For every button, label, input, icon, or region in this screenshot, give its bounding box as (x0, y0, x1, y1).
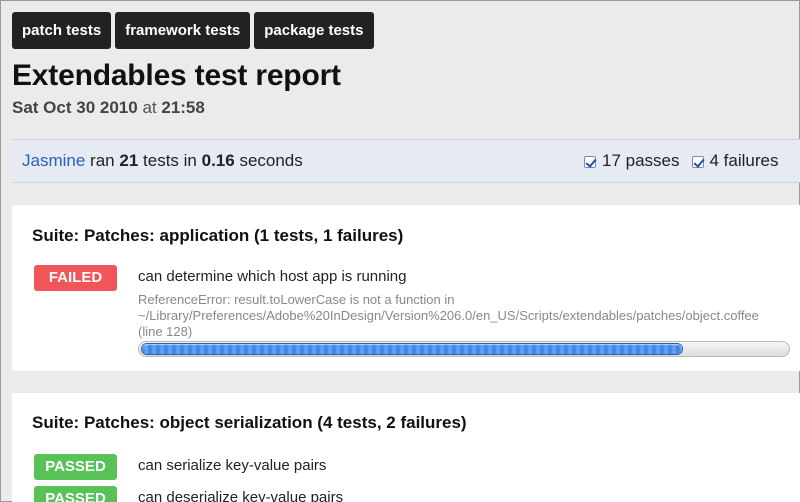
summary-tests-in: tests in (143, 151, 197, 170)
jasmine-link[interactable]: Jasmine (22, 151, 85, 170)
suite-card: Suite: Patches: application (1 tests, 1 … (12, 205, 800, 371)
status-badge-passed: PASSED (34, 454, 117, 480)
failures-checkbox[interactable] (691, 156, 704, 168)
scrollbar-thumb[interactable] (142, 344, 682, 354)
report-nav: patch tests framework tests package test… (12, 12, 374, 49)
status-badge-passed: PASSED (34, 486, 117, 502)
tab-package-tests[interactable]: package tests (254, 12, 374, 49)
tab-patch-tests[interactable]: patch tests (12, 12, 112, 49)
passes-label: 17 passes (602, 151, 680, 170)
report-timestamp: Sat Oct 30 2010 at 21:58 (12, 98, 205, 118)
test-name: can determine which host app is running (138, 268, 407, 285)
duration: 0.16 (201, 151, 235, 170)
scroll-arrows-icon[interactable]: ◂▸ (785, 341, 800, 357)
status-badge-failed: FAILED (34, 265, 117, 291)
summary-filters: 17 passes 4 failures (584, 140, 778, 182)
error-line: ~/Library/Preferences/Adobe%20InDesign/V… (138, 308, 759, 323)
horizontal-scrollbar[interactable]: ◂▸ (138, 341, 800, 357)
error-line: (line 128) (138, 324, 193, 339)
suite-title: Suite: Patches: object serialization (4 … (32, 413, 467, 432)
error-line: ReferenceError: result.toLowerCase is no… (138, 292, 455, 307)
suite-title: Suite: Patches: application (1 tests, 1 … (32, 226, 404, 245)
test-count: 21 (119, 151, 139, 170)
report-at: at (142, 98, 157, 117)
summary-seconds: seconds (239, 151, 303, 170)
page-title: Extendables test report (12, 59, 341, 92)
summary-text: Jasmine ran 21 tests in 0.16 seconds (22, 140, 303, 182)
failures-label: 4 failures (709, 151, 779, 170)
report-date: Sat Oct 30 2010 (12, 98, 138, 117)
test-name: can serialize key-value pairs (138, 457, 327, 474)
summary-ran: ran (90, 151, 115, 170)
suite-card: Suite: Patches: object serialization (4 … (12, 393, 800, 502)
report-time: 21:58 (161, 98, 205, 117)
passes-checkbox[interactable] (584, 156, 596, 168)
summary-bar: Jasmine ran 21 tests in 0.16 seconds 17 … (12, 139, 800, 183)
tab-framework-tests[interactable]: framework tests (115, 12, 251, 49)
error-message: ReferenceError: result.toLowerCase is no… (138, 292, 798, 340)
test-name: can deserialize key-value pairs (138, 489, 344, 502)
